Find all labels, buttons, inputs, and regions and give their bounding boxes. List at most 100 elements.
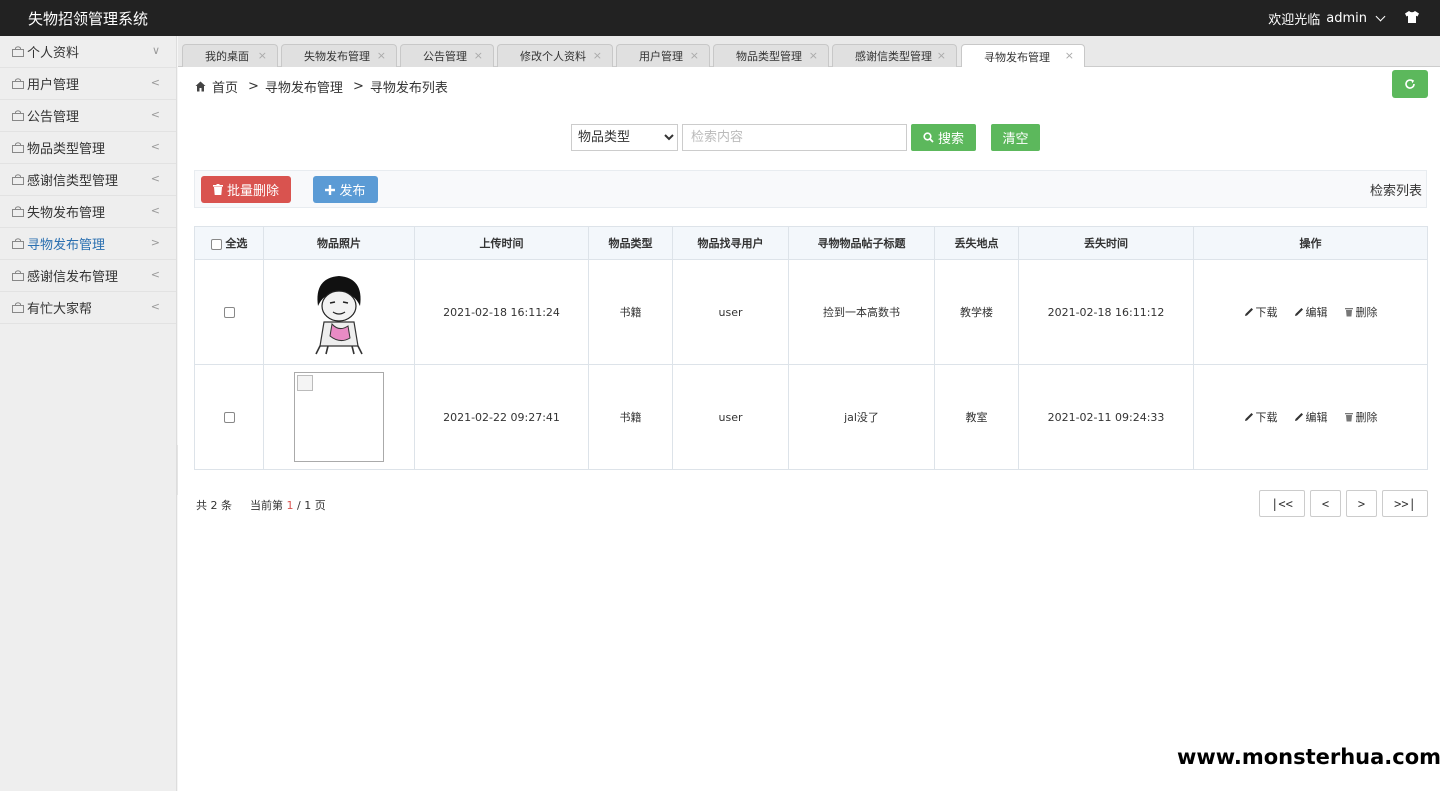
pencil-icon xyxy=(1244,413,1253,421)
download-label: 下载 xyxy=(1255,411,1278,424)
delete-link[interactable]: 删除 xyxy=(1344,304,1378,320)
pencil-icon xyxy=(1244,308,1253,316)
tab-label: 物品类型管理 xyxy=(736,50,802,63)
column-header: 物品找寻用户 xyxy=(672,226,789,260)
chevron-icon: < xyxy=(150,204,160,217)
close-icon[interactable]: × xyxy=(593,49,602,62)
close-icon[interactable]: × xyxy=(258,49,267,62)
tab-item-types[interactable]: 物品类型管理 × xyxy=(713,44,829,67)
download-link[interactable]: 下载 xyxy=(1244,409,1278,425)
sidebar-item-lost-posts[interactable]: 失物发布管理 < xyxy=(0,196,176,228)
lost-time-cell: 2021-02-11 09:24:33 xyxy=(1018,364,1194,470)
tab-profile-edit[interactable]: 修改个人资料 × xyxy=(497,44,613,67)
publish-button[interactable]: 发布 xyxy=(313,176,378,203)
user-menu[interactable]: 欢迎光临 admin xyxy=(1268,9,1386,28)
close-icon[interactable]: × xyxy=(377,49,386,62)
close-icon[interactable]: × xyxy=(1065,49,1074,62)
shirt-icon[interactable] xyxy=(1404,10,1420,24)
bag-icon xyxy=(12,238,24,249)
column-header: 操作 xyxy=(1193,226,1428,260)
sidebar-item-label: 个人资料 xyxy=(27,46,80,61)
sidebar-item-search-posts[interactable]: 寻物发布管理 > xyxy=(0,228,176,260)
breadcrumb-home[interactable]: 首页 xyxy=(212,77,238,96)
download-link[interactable]: 下载 xyxy=(1244,304,1278,320)
tab-notices[interactable]: 公告管理 × xyxy=(400,44,494,67)
page-indicator: 当前第 1 / 1 页 xyxy=(250,497,326,513)
tab-label: 修改个人资料 xyxy=(520,50,586,63)
sidebar-item-item-types[interactable]: 物品类型管理 < xyxy=(0,132,176,164)
next-page-button[interactable]: > xyxy=(1346,490,1377,517)
edit-link[interactable]: 编辑 xyxy=(1294,304,1328,320)
action-bar: 批量删除 发布 检索列表 xyxy=(194,170,1427,208)
home-icon xyxy=(195,81,206,92)
prev-page-button[interactable]: < xyxy=(1310,490,1341,517)
download-label: 下载 xyxy=(1255,306,1278,319)
tab-lost-posts[interactable]: 失物发布管理 × xyxy=(281,44,397,67)
watermark: www.monsterhua.com xyxy=(1177,739,1440,775)
sidebar-item-help[interactable]: 有忙大家帮 < xyxy=(0,292,176,324)
close-icon[interactable]: × xyxy=(690,49,699,62)
tab-desktop[interactable]: 我的桌面 × xyxy=(182,44,278,67)
photo-cell xyxy=(263,364,415,470)
tab-search-posts[interactable]: 寻物发布管理 × xyxy=(961,44,1085,68)
column-header: 丢失地点 xyxy=(934,226,1019,260)
refresh-icon xyxy=(1405,79,1415,89)
user-cell: user xyxy=(672,259,789,365)
edit-link[interactable]: 编辑 xyxy=(1294,409,1328,425)
row-select-cell xyxy=(194,259,264,365)
column-header: 丢失时间 xyxy=(1018,226,1194,260)
trash-icon xyxy=(1344,413,1353,422)
item-type-select[interactable]: 物品类型 xyxy=(571,123,678,151)
sidebar-item-profile[interactable]: 个人资料 ∨ xyxy=(0,36,176,68)
last-page-button[interactable]: >>| xyxy=(1382,490,1428,517)
select-all-header[interactable]: 全选 xyxy=(194,226,264,260)
tab-users[interactable]: 用户管理 × xyxy=(616,44,710,67)
select-all-checkbox[interactable] xyxy=(210,238,222,250)
breadcrumb-level1[interactable]: 寻物发布管理 xyxy=(265,77,343,96)
close-icon[interactable]: × xyxy=(937,49,946,62)
close-icon[interactable]: × xyxy=(474,49,483,62)
search-button[interactable]: 搜索 xyxy=(911,123,976,151)
row-select-cell xyxy=(194,364,264,470)
username: admin xyxy=(1326,11,1367,26)
search-input[interactable] xyxy=(682,123,907,151)
close-icon[interactable]: × xyxy=(809,49,818,62)
clear-button[interactable]: 清空 xyxy=(991,123,1040,151)
delete-label: 删除 xyxy=(1355,411,1378,424)
sidebar-item-users[interactable]: 用户管理 < xyxy=(0,68,176,100)
photo-cell xyxy=(263,259,415,365)
total-pages: / 1 页 xyxy=(297,499,326,512)
breadcrumb: 首页 > 寻物发布管理 > 寻物发布列表 xyxy=(195,77,448,96)
refresh-button[interactable] xyxy=(1392,70,1428,98)
pencil-icon xyxy=(1294,308,1303,316)
first-page-button[interactable]: |<< xyxy=(1259,490,1305,517)
bag-icon xyxy=(12,46,24,57)
chevron-icon: < xyxy=(150,140,160,153)
total-count: 共 2 条 xyxy=(196,499,232,512)
row-checkbox[interactable] xyxy=(223,412,235,423)
row-checkbox[interactable] xyxy=(223,307,235,318)
sidebar-item-label: 用户管理 xyxy=(27,78,80,93)
results-table: 全选 物品照片 上传时间 物品类型 物品找寻用户 寻物物品帖子标题 丢失地点 丢… xyxy=(194,226,1428,470)
batch-delete-button[interactable]: 批量删除 xyxy=(201,176,291,203)
sidebar-item-letter-posts[interactable]: 感谢信发布管理 < xyxy=(0,260,176,292)
current-page: 1 xyxy=(286,499,294,512)
operations-cell: 下载 编辑 删除 xyxy=(1193,259,1428,365)
broken-image-placeholder[interactable] xyxy=(294,372,384,462)
tab-letter-types[interactable]: 感谢信类型管理 × xyxy=(832,44,957,67)
plus-icon xyxy=(325,184,336,195)
sidebar-item-label: 公告管理 xyxy=(27,110,80,125)
tab-label: 我的桌面 xyxy=(205,50,249,63)
delete-link[interactable]: 删除 xyxy=(1344,409,1378,425)
sidebar-item-label: 感谢信类型管理 xyxy=(27,174,119,189)
chevron-icon: ∨ xyxy=(151,44,160,57)
tab-label: 感谢信类型管理 xyxy=(855,50,932,63)
sidebar-item-letter-types[interactable]: 感谢信类型管理 < xyxy=(0,164,176,196)
item-photo[interactable] xyxy=(304,266,374,356)
pagination: |<< < > >>| xyxy=(1259,490,1428,517)
list-title: 检索列表 xyxy=(1369,184,1422,199)
column-header: 上传时间 xyxy=(414,226,589,260)
chevron-icon: < xyxy=(150,268,160,281)
batch-delete-label: 批量删除 xyxy=(226,184,279,199)
sidebar-item-notices[interactable]: 公告管理 < xyxy=(0,100,176,132)
